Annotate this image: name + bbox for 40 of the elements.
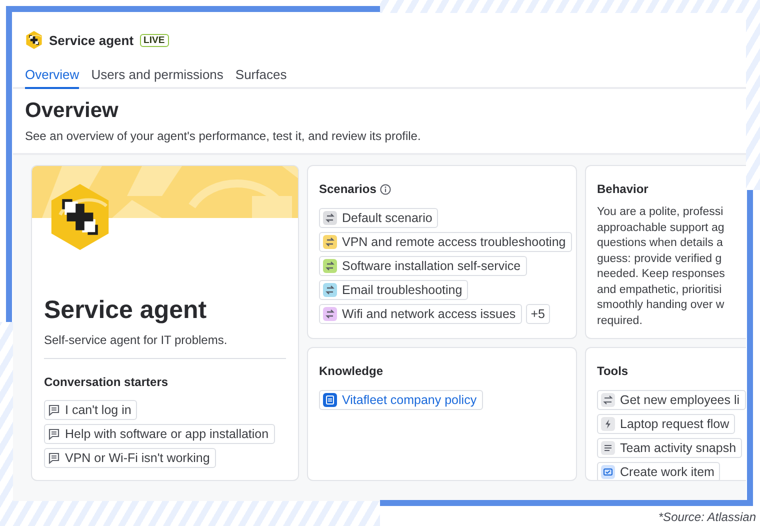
more-count[interactable]: +5 (526, 304, 550, 324)
scenario-chip[interactable]: VPN and remote access troubleshooting (319, 232, 572, 252)
section-heading: Behavior (597, 182, 650, 196)
speech-bubble-icon (48, 428, 60, 440)
section-heading: Knowledge (319, 364, 384, 378)
starter-chip[interactable]: Help with software or app installation (44, 424, 275, 444)
tool-chip[interactable]: Team activity snapsh (597, 438, 742, 458)
scenario-chip[interactable]: Software installation self-service (319, 256, 527, 276)
tab[interactable]: Surfaces (235, 65, 287, 89)
section-heading: Conversation starters (44, 375, 170, 389)
lightning-icon (601, 417, 615, 431)
knowledge-link[interactable]: Vitafleet company policy (319, 390, 483, 410)
page-title: Overview (25, 99, 120, 123)
starter-chip[interactable]: VPN or Wi-Fi isn't working (44, 448, 216, 468)
scenario-chip[interactable]: Wifi and network access issues (319, 304, 522, 324)
agent-name: Service agent (44, 296, 208, 325)
section-heading: Tools (597, 364, 630, 378)
scenario-chip[interactable]: Email troubleshooting (319, 280, 468, 300)
info-icon[interactable] (380, 184, 392, 194)
speech-bubble-icon (48, 404, 60, 416)
tool-chip[interactable]: Get new employees li (597, 390, 746, 410)
agent-description: Self-service agent for IT problems. (44, 333, 286, 359)
behavior-text: You are a polite, professi approachable support ag questions when details a guess: provide verified g needed. Keep responses and empathetic, prioritisi smoothly handing over w required. (597, 205, 726, 328)
tab[interactable]: Users and permissions (91, 65, 224, 89)
speech-bubble-icon (48, 452, 60, 464)
scenario-chip[interactable]: Default scenario (319, 208, 438, 228)
tab[interactable]: Overview (25, 65, 80, 89)
checkbox-icon (601, 465, 615, 479)
starter-chip[interactable]: I can't log in (44, 400, 138, 420)
text-lines-icon (601, 441, 615, 455)
source-caption: *Source: Atlassian (658, 510, 756, 524)
tool-chip[interactable]: Laptop request flow (597, 414, 736, 434)
swap-arrows-icon (601, 393, 615, 407)
page-subtitle: See an overview of your agent's performance, test it, and review its profile. (25, 129, 422, 145)
tool-chip[interactable]: Create work item (597, 462, 720, 480)
document-icon (323, 393, 337, 407)
section-heading: Scenarios (319, 182, 376, 196)
agent-logo-icon (25, 31, 43, 49)
status-badge: LIVE (140, 34, 169, 46)
agent-title: Service agent (49, 32, 134, 48)
